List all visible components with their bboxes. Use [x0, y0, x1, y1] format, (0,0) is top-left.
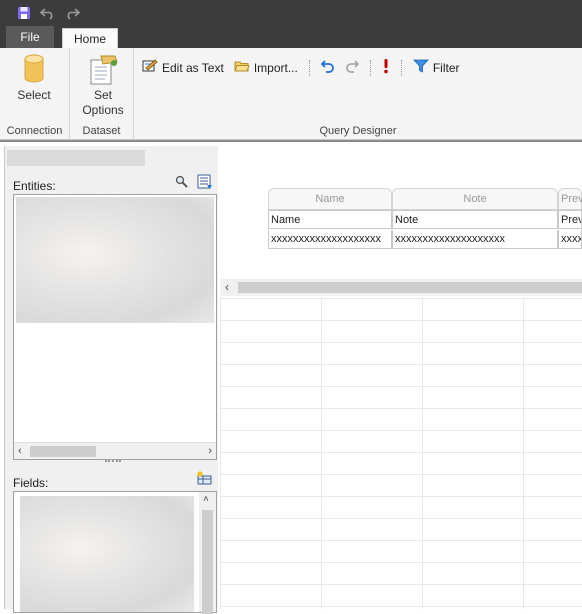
- entity-list-icon[interactable]: [197, 174, 213, 193]
- filter-label: Filter: [432, 60, 460, 75]
- redo-query-button[interactable]: [343, 57, 361, 78]
- scrollbar-thumb[interactable]: [30, 446, 96, 457]
- filter-icon: [412, 59, 429, 76]
- database-icon: [23, 54, 45, 88]
- grid-header-top: Name Note Prev: [268, 188, 582, 210]
- column-tab-note[interactable]: Note: [392, 188, 558, 210]
- set-options-label-line2: Options: [82, 103, 124, 117]
- select-label: Select: [17, 88, 51, 102]
- table-cell[interactable]: xxxxxxxxxxxxxxxxxxxx: [268, 230, 392, 249]
- entities-list[interactable]: ‹ ›: [13, 194, 217, 460]
- scroll-right-icon[interactable]: ›: [208, 445, 212, 457]
- save-icon[interactable]: [16, 5, 32, 21]
- tab-home[interactable]: Home: [62, 28, 118, 48]
- group-dataset: Set Options Dataset: [70, 48, 134, 140]
- select-button[interactable]: Select: [14, 54, 54, 103]
- document-settings-icon: [87, 54, 119, 88]
- title-bar: [0, 0, 582, 26]
- redacted-fields: [20, 496, 194, 612]
- column-tab-name[interactable]: Name: [268, 188, 392, 210]
- undo-icon[interactable]: [40, 5, 56, 21]
- set-options-button[interactable]: Set Options: [80, 54, 126, 118]
- table-row: xxxxxxxxxxxxxxxxxxxx xxxxxxxxxxxxxxxxxxx…: [268, 230, 582, 249]
- main-area: Entities: ‹ › Fields: ˄ Name Note Prev N…: [0, 140, 582, 614]
- scroll-left-icon[interactable]: ‹: [18, 445, 22, 457]
- results-grid[interactable]: [220, 298, 582, 609]
- toolbar-separator: [308, 59, 310, 76]
- redacted-connection-label: [7, 150, 145, 166]
- query-designer-area: Name Note Prev Name Note Prev xxxxxxxxxx…: [220, 142, 582, 609]
- edit-as-text-label: Edit as Text: [162, 60, 224, 75]
- import-label: Import...: [253, 60, 298, 75]
- add-field-icon[interactable]: [196, 471, 212, 488]
- edit-text-icon: [142, 59, 158, 76]
- toolbar-separator: [369, 59, 371, 76]
- metadata-panel: Entities: ‹ › Fields: ˄: [4, 146, 218, 614]
- splitter-grip[interactable]: [105, 460, 121, 464]
- fields-vertical-scrollbar[interactable]: ˄: [199, 492, 216, 614]
- group-label-dataset: Dataset: [82, 125, 121, 137]
- query-designer-toolbar: Edit as Text Import... Filter: [140, 56, 462, 79]
- ribbon-tab-row: File Home: [0, 26, 582, 48]
- scrollbar-thumb[interactable]: [202, 510, 213, 614]
- entities-horizontal-scrollbar[interactable]: ‹ ›: [14, 442, 216, 459]
- header-cell-note[interactable]: Note: [392, 210, 558, 229]
- filter-button[interactable]: Filter: [411, 57, 462, 78]
- scroll-up-icon[interactable]: ˄: [203, 494, 209, 505]
- toolbar-separator: [400, 59, 402, 76]
- fields-label: Fields:: [13, 476, 49, 490]
- exclamation-icon: [382, 58, 390, 77]
- redacted-entities: [16, 197, 214, 323]
- scroll-left-icon[interactable]: ‹: [225, 280, 229, 294]
- set-options-label-line1: Set: [93, 88, 112, 102]
- grid-header-row: Name Note Prev: [268, 210, 582, 230]
- search-icon[interactable]: [175, 175, 188, 191]
- redo-grey-icon: [345, 59, 360, 76]
- redo-icon[interactable]: [64, 5, 80, 21]
- undo-blue-icon: [320, 59, 335, 76]
- header-cell-name[interactable]: Name: [268, 210, 392, 229]
- results-horizontal-scrollbar[interactable]: ‹: [220, 279, 582, 296]
- header-cell-prev[interactable]: Prev: [558, 210, 582, 229]
- query-columns-grid: Name Note Prev Name Note Prev xxxxxxxxxx…: [268, 188, 582, 249]
- group-label-query-designer: Query Designer: [319, 125, 397, 137]
- undo-query-button[interactable]: [319, 57, 337, 78]
- fields-list[interactable]: ˄: [13, 491, 217, 614]
- edit-as-text-button[interactable]: Edit as Text: [140, 57, 226, 78]
- table-cell[interactable]: xxxx: [558, 230, 582, 249]
- tab-file[interactable]: File: [6, 26, 54, 48]
- table-cell[interactable]: xxxxxxxxxxxxxxxxxxxx: [392, 230, 558, 249]
- group-label-connection: Connection: [6, 125, 63, 137]
- ribbon: Select Connection Set Options Dataset Qu…: [0, 48, 582, 140]
- run-query-button[interactable]: [380, 56, 392, 79]
- folder-open-icon: [234, 59, 250, 76]
- scrollbar-thumb[interactable]: [238, 282, 582, 293]
- column-tab-prev[interactable]: Prev: [558, 188, 582, 210]
- entities-label: Entities:: [13, 179, 56, 193]
- group-connection: Select Connection: [0, 48, 70, 140]
- import-button[interactable]: Import...: [232, 57, 300, 78]
